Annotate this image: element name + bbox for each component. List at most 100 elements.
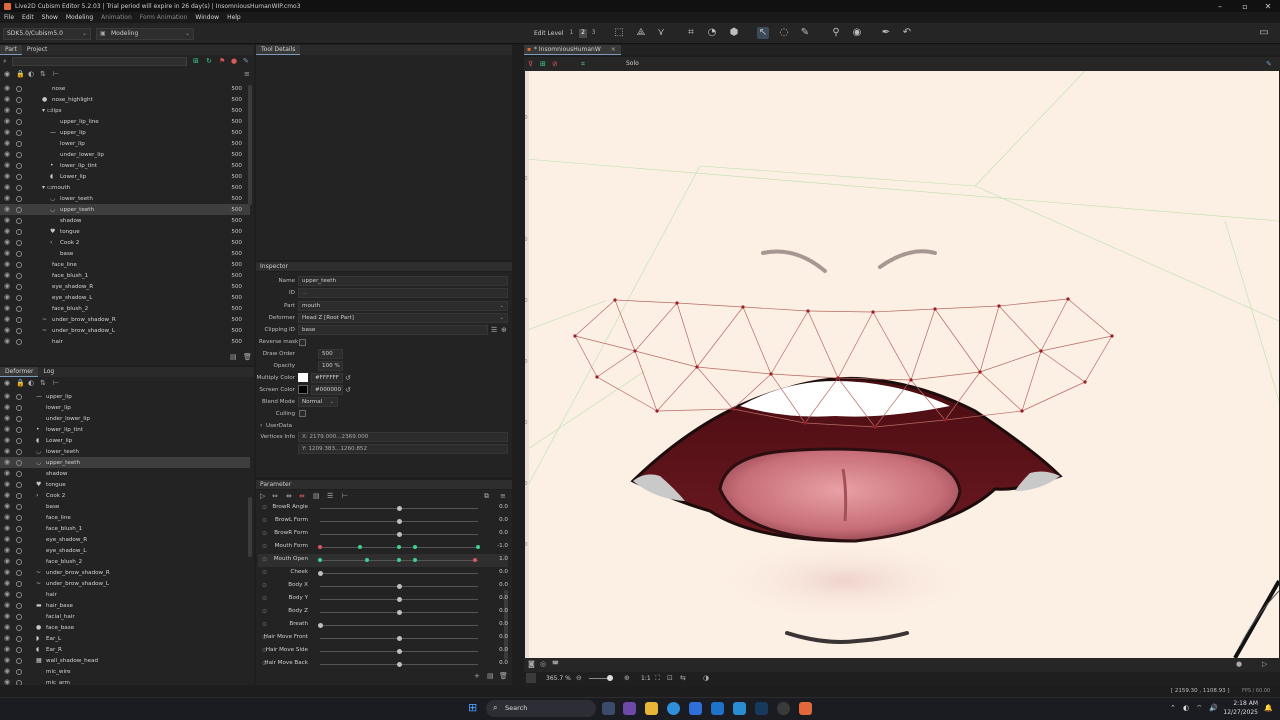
- lock-toggle-icon[interactable]: [16, 536, 22, 543]
- refresh-icon[interactable]: ↻: [206, 57, 212, 65]
- part-tree-row[interactable]: ◉ upper_lip_line 500: [0, 116, 250, 127]
- deformer-tree-row[interactable]: ◉ ▦ wall_shadow_head: [0, 655, 250, 666]
- parameter-row[interactable]: ⊙ Body Y 0.0: [258, 593, 508, 606]
- part-tree-row[interactable]: ◉ under_lower_lip 500: [0, 149, 250, 160]
- keyform-dot[interactable]: [318, 558, 322, 562]
- parameter-slider-knob[interactable]: [397, 584, 402, 589]
- lock-toggle-icon[interactable]: [16, 96, 22, 103]
- minimize-icon[interactable]: –: [1208, 0, 1232, 12]
- lock-toggle-icon[interactable]: [16, 327, 22, 334]
- deformer-tree-row[interactable]: ◉ • lower_lip_tint: [0, 424, 250, 435]
- visibility-eye-icon[interactable]: ◉: [4, 228, 11, 235]
- parameter-row[interactable]: ⊙ BrowR Angle 0.0: [258, 502, 508, 515]
- deformer-tree-row[interactable]: ◉ ◡ lower_teeth: [0, 446, 250, 457]
- brush-select-icon[interactable]: ✎: [799, 27, 811, 39]
- deformer-tree-row[interactable]: ◉ ~ under_brow_shadow_L: [0, 578, 250, 589]
- mesh-vertex[interactable]: [595, 375, 599, 379]
- auto-mesh-icon[interactable]: ⟁: [635, 27, 647, 39]
- mesh-vertex[interactable]: [943, 418, 947, 422]
- part-tree-row[interactable]: ◉ › Cook 2 500: [0, 237, 250, 248]
- visibility-eye-icon[interactable]: ◉: [4, 327, 11, 334]
- expand-all-icon[interactable]: ⊞: [193, 57, 199, 65]
- display-mode-icon[interactable]: ◑: [703, 674, 709, 682]
- parameter-slider-knob[interactable]: [318, 623, 323, 628]
- visibility-eye-icon[interactable]: ◉: [4, 283, 11, 290]
- visibility-eye-icon[interactable]: ◉: [4, 261, 11, 268]
- lock-toggle-icon[interactable]: [16, 85, 22, 92]
- culling-checkbox[interactable]: [299, 410, 306, 417]
- part-tree-row[interactable]: ◉ ~ under_brow_shadow_L 500: [0, 325, 250, 336]
- opacity-field[interactable]: 100 %: [318, 361, 343, 371]
- lock-toggle-icon[interactable]: [16, 657, 22, 664]
- parameter-row[interactable]: ⊙ Mouth Form -1.0: [258, 541, 508, 554]
- lock-toggle-icon[interactable]: [16, 426, 22, 433]
- visibility-eye-icon[interactable]: ◉: [4, 448, 11, 455]
- visibility-eye-icon[interactable]: ◉: [4, 173, 11, 180]
- parameter-value[interactable]: 0.0: [486, 582, 508, 588]
- parameter-slider-knob[interactable]: [397, 636, 402, 641]
- glue-icon[interactable]: ⋎: [655, 27, 667, 39]
- visibility-eye-icon[interactable]: ◉: [4, 272, 11, 279]
- keyform-dot[interactable]: [365, 558, 370, 562]
- capture-icon[interactable]: ◎: [540, 660, 546, 668]
- visibility-eye-icon[interactable]: ◉: [4, 426, 11, 433]
- tray-app-icon[interactable]: ◐: [1183, 704, 1189, 712]
- parameter-link-icon[interactable]: ⊙: [262, 621, 267, 628]
- visibility-eye-icon[interactable]: ◉: [4, 118, 11, 125]
- part-tree-row[interactable]: ◉ ▾ ▭ mouth 500: [0, 182, 250, 193]
- sort-icon[interactable]: ⇅: [40, 70, 46, 78]
- part-tree-row[interactable]: ◉ ♥ tongue 500: [0, 226, 250, 237]
- visibility-eye-icon[interactable]: ◉: [4, 294, 11, 301]
- mesh-edit-icon[interactable]: ⬚: [613, 27, 625, 39]
- lock-toggle-icon[interactable]: [16, 393, 22, 400]
- visibility-eye-icon[interactable]: ◉: [4, 206, 11, 213]
- ratio-value[interactable]: 1:1: [641, 675, 651, 682]
- task-view-icon[interactable]: [602, 702, 615, 715]
- deformer-tree-row[interactable]: ◉ ◡ upper_teeth: [0, 457, 250, 468]
- pin-icon[interactable]: ✎: [1266, 60, 1272, 68]
- lock-all-icon[interactable]: 🔒: [16, 379, 25, 387]
- copy-icon[interactable]: ⧉: [484, 492, 489, 501]
- menu-form-animation[interactable]: Form Animation: [140, 14, 188, 21]
- tab-deformer[interactable]: Deformer: [0, 367, 39, 377]
- parameter-row[interactable]: ⊙ Hair Move Back 0.0: [258, 658, 508, 671]
- outlook-icon[interactable]: [711, 702, 724, 715]
- sdk-version-select[interactable]: SDK5.0/Cubism5.0 ⌄: [3, 28, 91, 40]
- parameter-row[interactable]: ⊙ Mouth Open 1.0: [258, 554, 508, 567]
- part-select[interactable]: mouth ⌄: [298, 301, 508, 311]
- lock-toggle-icon[interactable]: [16, 404, 22, 411]
- parameter-row[interactable]: ⊙ Breath 0.0: [258, 619, 508, 632]
- visibility-eye-icon[interactable]: ◉: [4, 404, 11, 411]
- part-tree-row[interactable]: ◉ face_blush_1 500: [0, 270, 250, 281]
- bg-color-icon[interactable]: ●: [1236, 660, 1242, 668]
- visibility-eye-icon[interactable]: ◉: [4, 635, 11, 642]
- deformer-tree-row[interactable]: ◉ mic_wire: [0, 666, 250, 677]
- visibility-eye-icon[interactable]: ◉: [4, 459, 11, 466]
- eye-all-icon[interactable]: ◉: [4, 70, 10, 78]
- deformer-tree-row[interactable]: ◉ facial_hair: [0, 611, 250, 622]
- part-tree-row[interactable]: ◉ nose 500: [0, 83, 250, 94]
- mesh-vertex[interactable]: [978, 370, 982, 374]
- visibility-eye-icon[interactable]: ◉: [4, 85, 11, 92]
- mesh-vertex[interactable]: [769, 372, 773, 376]
- parameter-value[interactable]: 0.0: [486, 608, 508, 614]
- close-window-icon[interactable]: ✕: [1256, 0, 1280, 12]
- grid-toggle-icon[interactable]: ⌗: [581, 60, 585, 69]
- mesh-vertex[interactable]: [1110, 334, 1114, 338]
- play-icon[interactable]: ▷: [1262, 660, 1267, 668]
- link-icon[interactable]: ⊘: [552, 60, 558, 68]
- lock-toggle-icon[interactable]: [16, 228, 22, 235]
- lock-toggle-icon[interactable]: [16, 668, 22, 675]
- visibility-eye-icon[interactable]: ◉: [4, 250, 11, 257]
- lock-toggle-icon[interactable]: [16, 118, 22, 125]
- lock-toggle-icon[interactable]: [16, 162, 22, 169]
- multiply-color-swatch[interactable]: [298, 373, 308, 382]
- view-mode-icon[interactable]: ◐: [28, 70, 34, 78]
- obs-icon[interactable]: [777, 702, 790, 715]
- keyform-dot[interactable]: [397, 558, 401, 562]
- part-search-input[interactable]: [12, 57, 187, 66]
- view-mode-icon[interactable]: ◐: [28, 379, 34, 387]
- keyform-current-dot[interactable]: [318, 545, 322, 549]
- lock-toggle-icon[interactable]: [16, 173, 22, 180]
- folder-icon[interactable]: ▤: [487, 672, 494, 680]
